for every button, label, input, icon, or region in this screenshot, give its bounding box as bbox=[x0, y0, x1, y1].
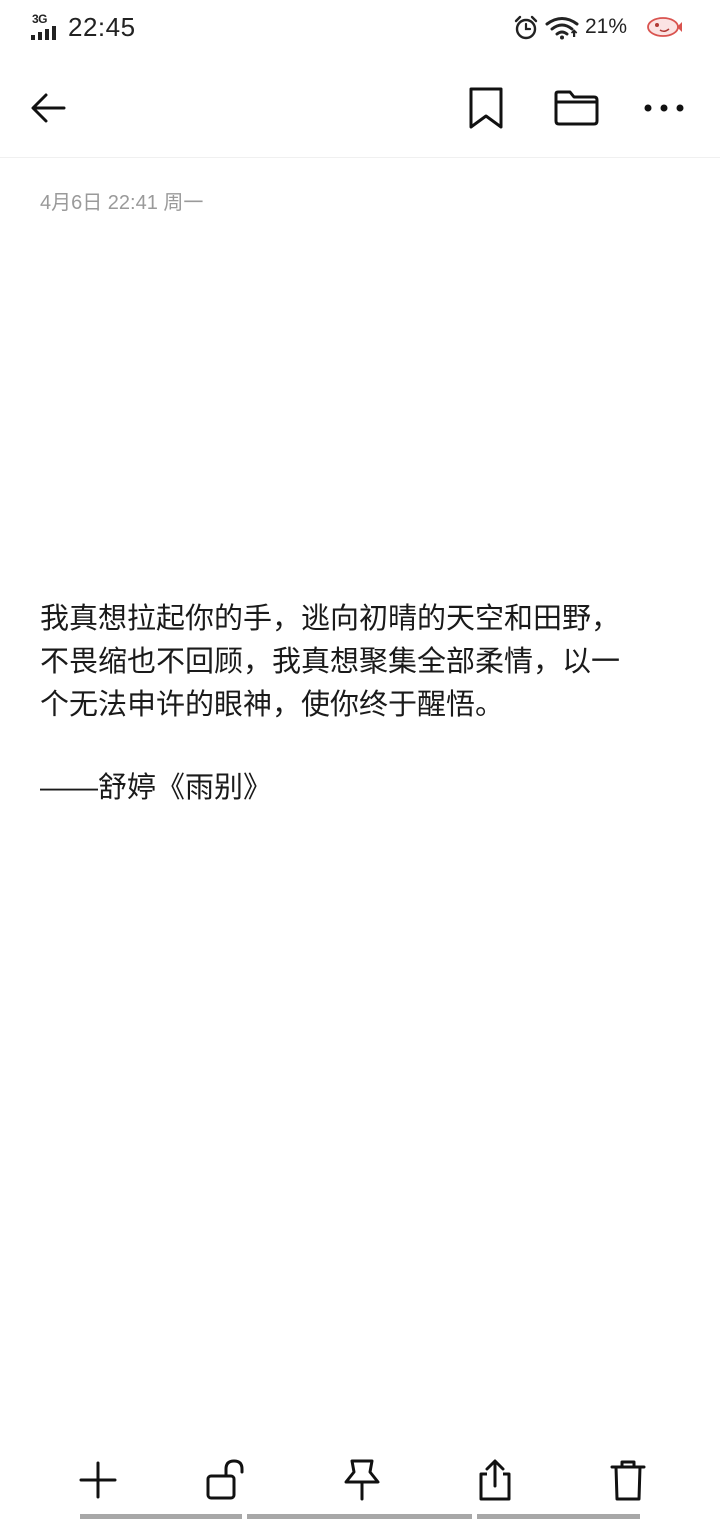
note-line-3: 个无法申许的眼神，使你终于醒悟。 bbox=[40, 689, 505, 721]
move-to-folder-button[interactable] bbox=[548, 78, 604, 138]
signal-indicator: 3G bbox=[31, 12, 61, 41]
note-toolbar bbox=[0, 58, 720, 158]
share-icon bbox=[479, 1459, 511, 1501]
status-time: 22:45 bbox=[68, 12, 136, 42]
note-timestamp: 4月6日 22:41 周一 bbox=[40, 192, 204, 214]
gesture-bar-segment bbox=[247, 1514, 472, 1519]
add-button[interactable] bbox=[68, 1450, 128, 1510]
bookmark-icon bbox=[469, 87, 503, 129]
lock-button[interactable] bbox=[196, 1450, 256, 1510]
alarm-icon bbox=[514, 15, 538, 40]
add-icon bbox=[79, 1461, 117, 1499]
pin-icon bbox=[344, 1459, 380, 1501]
gesture-bar-segment bbox=[477, 1514, 640, 1519]
signal-icon bbox=[31, 26, 56, 40]
notification-app-icon bbox=[647, 17, 682, 37]
more-icon bbox=[644, 104, 684, 112]
note-line-2: 不畏缩也不回顾，我真想聚集全部柔情，以一 bbox=[40, 646, 621, 678]
pin-button[interactable] bbox=[332, 1450, 392, 1510]
unlock-icon bbox=[206, 1459, 244, 1500]
note-attribution: ——舒婷《雨别》 bbox=[40, 772, 273, 804]
notes-app-screen: 3G 22:45 21% 4月6日 22:41 周一 我真想拉起你的手，逃向初晴… bbox=[0, 0, 720, 1520]
back-arrow-icon bbox=[31, 93, 66, 123]
note-line-1: 我真想拉起你的手，逃向初晴的天空和田野， bbox=[40, 603, 621, 635]
back-button[interactable] bbox=[20, 78, 76, 138]
wifi-icon bbox=[545, 17, 579, 40]
share-button[interactable] bbox=[465, 1450, 525, 1510]
delete-button[interactable] bbox=[598, 1450, 658, 1510]
note-action-bar bbox=[0, 1444, 720, 1520]
folder-icon bbox=[554, 90, 599, 126]
network-type-label: 3G bbox=[32, 12, 48, 26]
battery-percentage: 21% bbox=[585, 15, 628, 38]
bookmark-button[interactable] bbox=[458, 78, 514, 138]
more-options-button[interactable] bbox=[636, 78, 692, 138]
trash-icon bbox=[610, 1460, 646, 1501]
note-content[interactable]: 我真想拉起你的手，逃向初晴的天空和田野， 不畏缩也不回顾，我真想聚集全部柔情，以… bbox=[40, 598, 690, 810]
gesture-bar-segment bbox=[80, 1514, 242, 1519]
status-bar: 3G 22:45 21% bbox=[0, 0, 720, 58]
